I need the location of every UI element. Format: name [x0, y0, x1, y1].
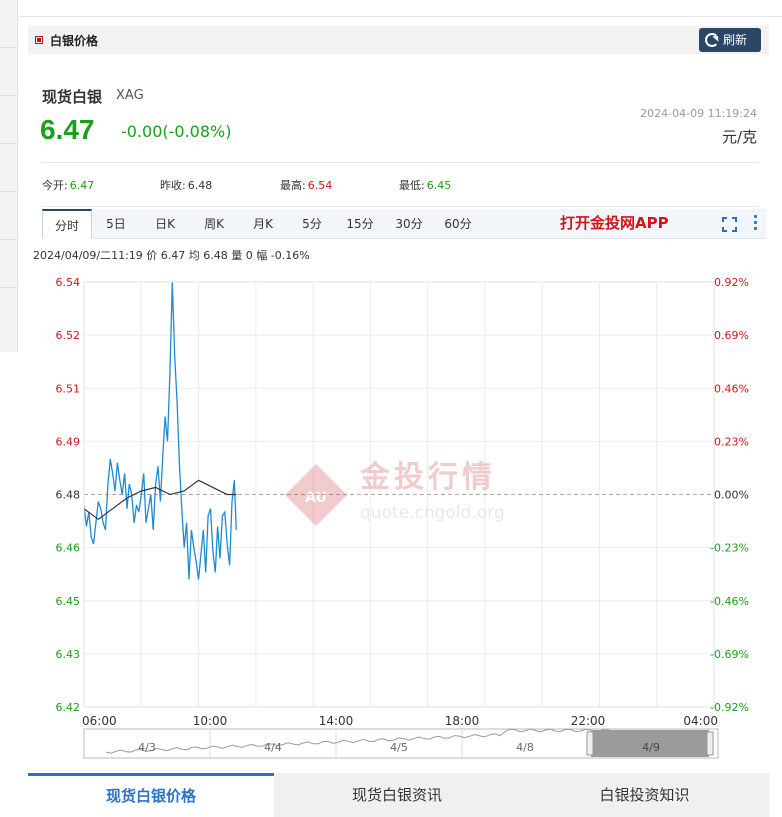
price-line — [83, 281, 237, 580]
navigator-date-label: 4/3 — [138, 741, 156, 754]
watermark: AU 金投行情 quote.cngold.org — [284, 460, 505, 527]
watermark-logo-text: AU — [305, 490, 327, 506]
y-tick-label-left: 6.52 — [56, 329, 81, 342]
y-tick-label-right: -0.69% — [710, 648, 749, 661]
tab-silver-knowledge[interactable]: 白银投资知识 — [520, 773, 769, 817]
x-tick-label: 04:00 — [683, 714, 718, 728]
x-tick-label: 14:00 — [319, 714, 354, 728]
y-tick-label-left: 6.54 — [56, 276, 81, 289]
y-tick-label-right: 0.23% — [714, 435, 749, 448]
y-tick-label-left: 6.49 — [56, 435, 81, 448]
y-tick-label-right: 0.00% — [714, 489, 749, 502]
navigator-date-label: 4/5 — [390, 741, 408, 754]
intraday-chart: 6.54 0.92% 6.52 0.69% 6.51 0.46% 6.49 0.23% 6.48… — [56, 276, 749, 759]
navigator-date-label: 4/4 — [264, 741, 282, 754]
x-tick-label: 10:00 — [193, 714, 228, 728]
y-tick-label-left: 6.43 — [56, 648, 81, 661]
navigator-date-label: 4/9 — [642, 741, 660, 754]
y-tick-label-right: -0.92% — [710, 701, 749, 714]
x-tick-label: 06:00 — [82, 714, 117, 728]
y-tick-label-left: 6.45 — [56, 595, 81, 608]
navigator-date-label: 4/8 — [516, 741, 534, 754]
x-tick-label: 22:00 — [571, 714, 606, 728]
y-tick-label-right: 0.92% — [714, 276, 749, 289]
y-tick-label-right: -0.46% — [710, 595, 749, 608]
navigator-handle-right — [706, 731, 714, 756]
y-tick-label-left: 6.42 — [56, 701, 81, 714]
x-tick-label: 18:00 — [445, 714, 480, 728]
watermark-brand: 金投行情 — [359, 460, 496, 495]
watermark-url: quote.cngold.org — [360, 503, 505, 523]
y-tick-label-left: 6.46 — [56, 542, 81, 555]
bottom-tabs: 现货白银价格 现货白银资讯 白银投资知识 — [28, 773, 769, 817]
y-tick-label-right: 0.46% — [714, 382, 749, 395]
tab-silver-news[interactable]: 现货白银资讯 — [274, 773, 520, 817]
y-tick-label-right: -0.23% — [710, 542, 749, 555]
y-tick-label-left: 6.48 — [56, 489, 81, 502]
navigator-handle-left — [586, 731, 594, 756]
y-tick-label-left: 6.51 — [56, 382, 81, 395]
tab-silver-price[interactable]: 现货白银价格 — [28, 773, 274, 817]
y-tick-label-right: 0.69% — [714, 329, 749, 342]
